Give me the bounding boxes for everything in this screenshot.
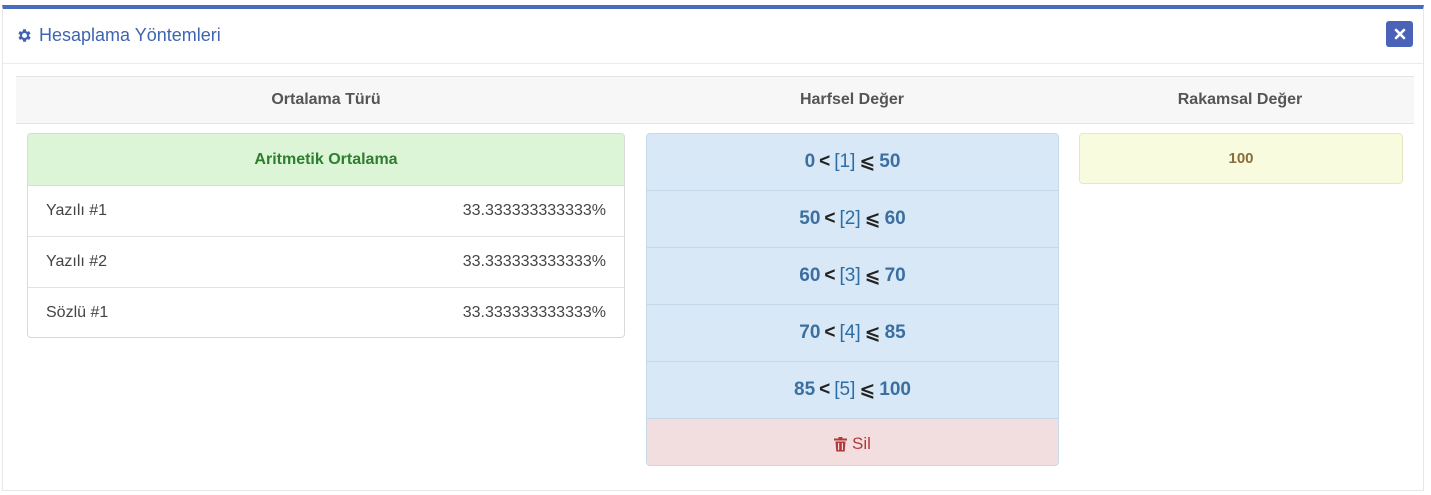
trash-icon	[834, 436, 848, 451]
range-high: 100	[879, 379, 911, 400]
numeric-value-badge: 100	[1079, 133, 1403, 184]
less-equal-symbol: ⩽	[859, 151, 876, 173]
range-low: 50	[799, 208, 821, 229]
column-header-average-type: Ortalama Türü	[271, 91, 381, 108]
less-equal-symbol: ⩽	[864, 208, 881, 230]
less-than-symbol: <	[819, 151, 831, 172]
range-high: 60	[884, 208, 906, 229]
less-equal-symbol: ⩽	[859, 379, 876, 401]
range-low: 60	[799, 265, 821, 286]
list-item: Sözlü #1 33.333333333333%	[28, 288, 624, 337]
range-high: 50	[879, 151, 901, 172]
panel-title-text: Hesaplama Yöntemleri	[39, 25, 221, 45]
range-low: 0	[804, 151, 816, 172]
gear-icon	[16, 27, 33, 44]
panel-title: Hesaplama Yöntemleri	[16, 25, 221, 46]
grade-label: [3]	[839, 265, 861, 286]
close-icon	[1394, 28, 1405, 40]
grade-label: [2]	[839, 208, 861, 229]
delete-button[interactable]: Sil	[647, 419, 1058, 465]
list-item: Yazılı #1 33.333333333333%	[28, 186, 624, 237]
calculation-methods-panel: Hesaplama Yöntemleri Ortalama Türü Harfs…	[2, 5, 1424, 491]
range-low: 85	[794, 379, 816, 400]
grade-label: [5]	[834, 379, 856, 400]
less-than-symbol: <	[824, 208, 836, 229]
grade-label: [1]	[834, 151, 856, 172]
range-high: 70	[884, 265, 906, 286]
item-label: Sözlü #1	[46, 304, 109, 321]
item-label: Yazılı #1	[46, 202, 108, 219]
less-than-symbol: <	[824, 322, 836, 343]
range-high: 85	[884, 322, 906, 343]
grade-range-row: 50 < [2] ⩽ 60	[647, 191, 1058, 248]
grade-range-row: 0 < [1] ⩽ 50	[647, 134, 1058, 191]
grade-range-row: 85 < [5] ⩽ 100	[647, 362, 1058, 419]
item-weight: 33.333333333333%	[462, 202, 606, 219]
range-low: 70	[799, 322, 821, 343]
less-equal-symbol: ⩽	[864, 322, 881, 344]
table-header: Ortalama Türü Harfsel Değer Rakamsal Değ…	[16, 76, 1414, 124]
less-than-symbol: <	[819, 379, 831, 400]
close-button[interactable]	[1386, 21, 1413, 47]
less-equal-symbol: ⩽	[864, 265, 881, 287]
panel-header: Hesaplama Yöntemleri	[3, 9, 1423, 64]
item-weight: 33.333333333333%	[462, 253, 606, 270]
delete-label: Sil	[852, 434, 871, 453]
average-type-name: Aritmetik Ortalama	[28, 134, 624, 186]
average-type-card: Aritmetik Ortalama Yazılı #1 33.33333333…	[27, 133, 625, 338]
letter-grade-list: 0 < [1] ⩽ 50 50 < [2] ⩽ 60 60 < [3] ⩽ 70…	[646, 133, 1059, 466]
less-than-symbol: <	[824, 265, 836, 286]
grade-range-row: 60 < [3] ⩽ 70	[647, 248, 1058, 305]
column-header-numeric-value: Rakamsal Değer	[1177, 91, 1303, 108]
list-item: Yazılı #2 33.333333333333%	[28, 237, 624, 288]
grade-range-row: 70 < [4] ⩽ 85	[647, 305, 1058, 362]
grade-label: [4]	[839, 322, 861, 343]
item-label: Yazılı #2	[46, 253, 108, 270]
item-weight: 33.333333333333%	[462, 304, 606, 321]
column-header-letter-value: Harfsel Değer	[799, 91, 905, 108]
